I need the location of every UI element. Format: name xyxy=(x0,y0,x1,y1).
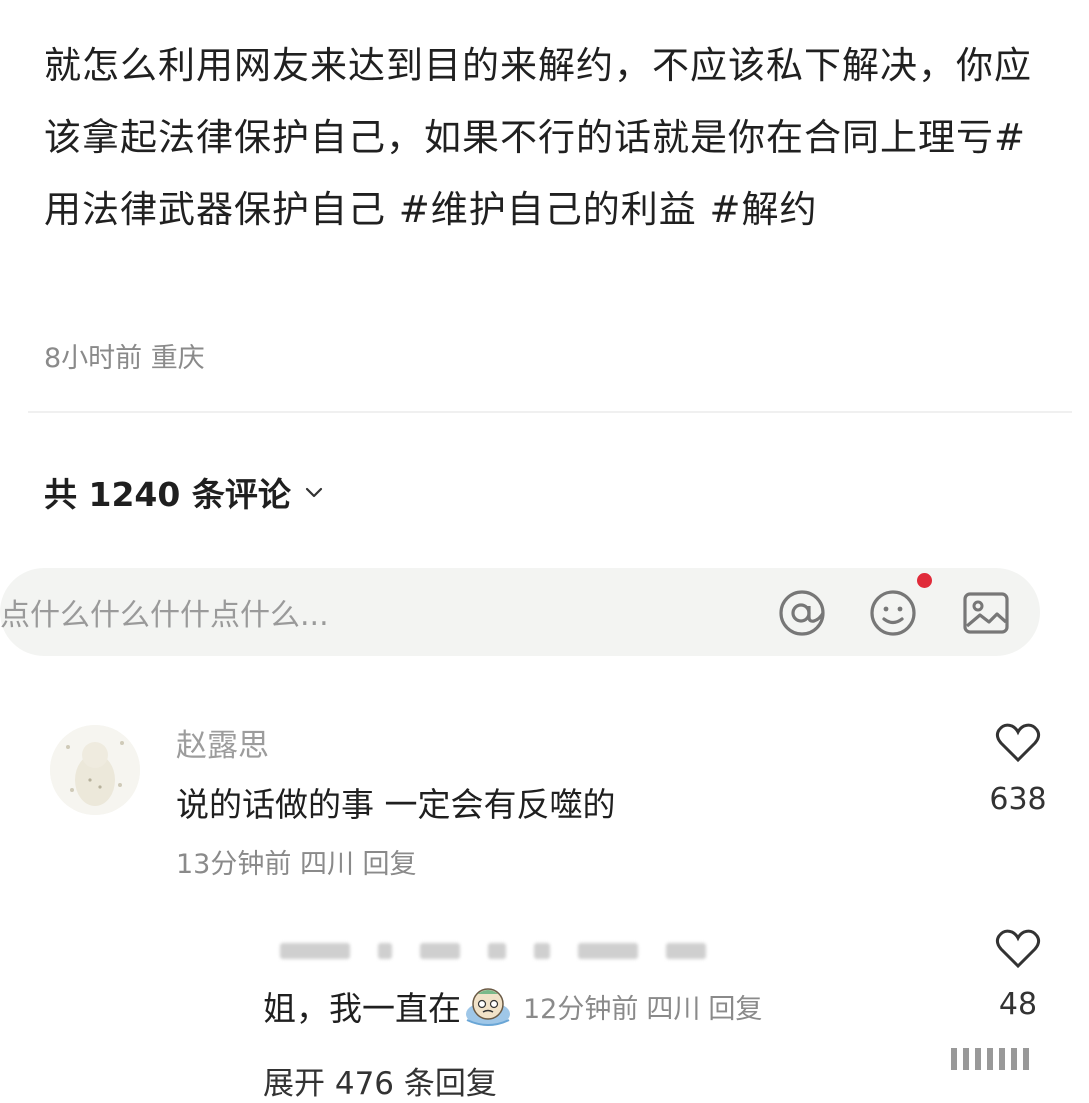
post-location: 重庆 xyxy=(150,343,205,374)
like-count: 48 xyxy=(998,987,1038,1022)
reply-button[interactable]: 回复 xyxy=(708,987,762,1026)
avatar[interactable] xyxy=(50,725,140,815)
reply-body: 姐，我一直在 12分钟前 四川 回复 xyxy=(263,982,762,1030)
reply-button[interactable]: 回复 xyxy=(363,849,417,880)
comment-time: 13分钟前 xyxy=(176,849,292,880)
notification-dot xyxy=(917,573,932,588)
hashtag[interactable]: #维护自己的利益 xyxy=(399,188,697,231)
post-time: 8小时前 xyxy=(44,343,143,374)
post-meta: 8小时前 重庆 xyxy=(44,336,205,375)
reply-time: 12分钟前 xyxy=(523,993,639,1025)
avatar-image xyxy=(50,725,140,815)
heart-icon[interactable] xyxy=(995,927,1041,969)
comment-text: 说的话做的事 一定会有反噬的 xyxy=(176,785,616,824)
comment-input[interactable]: 点什么什么什什点什么... xyxy=(0,590,329,634)
reply-location: 四川 xyxy=(646,993,701,1025)
comment-location: 四川 xyxy=(299,849,354,880)
reply-text: 姐，我一直在 xyxy=(263,989,461,1028)
image-icon[interactable] xyxy=(961,588,1011,638)
post-body: 就怎么利用网友来达到目的来解约，不应该私下解决，你应该拿起法律保护自己，如果不行… xyxy=(44,30,1044,246)
comment-author[interactable]: 赵露思 xyxy=(176,720,269,765)
expand-replies-button[interactable]: 展开 476 条回复 xyxy=(263,1058,497,1103)
comments-count-toggle[interactable]: 共 1240 条评论 xyxy=(44,468,325,516)
reply-author-redacted xyxy=(280,940,706,962)
divider xyxy=(28,411,1072,413)
watermark-logo xyxy=(951,1048,1029,1070)
comments-count-label: 共 1240 条评论 xyxy=(44,475,291,514)
crying-emoji xyxy=(466,988,510,1026)
post-text: 就怎么利用网友来达到目的来解约，不应该私下解决，你应该拿起法律保护自己，如果不行… xyxy=(44,44,1032,159)
heart-icon[interactable] xyxy=(995,721,1041,763)
comment-input-bar[interactable]: 点什么什么什什点什么... xyxy=(0,568,1040,656)
emoji-icon[interactable] xyxy=(868,588,918,638)
chevron-down-icon xyxy=(305,487,322,498)
at-icon[interactable] xyxy=(777,588,827,638)
comment-meta: 13分钟前 四川 回复 xyxy=(176,842,417,881)
like-count: 638 xyxy=(989,782,1047,817)
hashtag[interactable]: #解约 xyxy=(710,188,818,231)
